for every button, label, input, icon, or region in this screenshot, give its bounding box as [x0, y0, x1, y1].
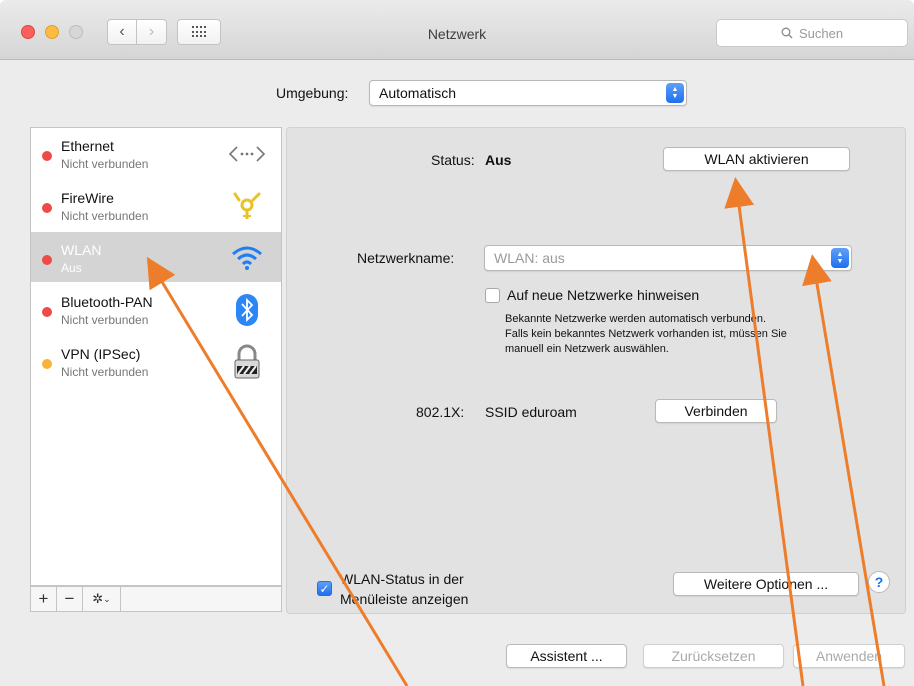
lock-icon: [227, 344, 267, 380]
show-wlan-status-checkbox[interactable]: ✓: [317, 581, 332, 596]
network-name-value: WLAN: aus: [494, 250, 565, 266]
checkmark-icon: ✓: [319, 581, 330, 596]
popup-arrows-icon: ▲ ▼: [831, 248, 849, 268]
add-service-button[interactable]: +: [31, 587, 57, 611]
wlan-activate-button[interactable]: WLAN aktivieren: [663, 147, 850, 171]
chevron-down-icon: ⌄: [103, 593, 111, 604]
status-dot-red: [42, 307, 52, 317]
dot1x-label: 802.1X:: [416, 404, 465, 420]
firewire-icon: [227, 188, 267, 224]
search-field[interactable]: Suchen: [716, 19, 908, 47]
sidebar-item-wlan[interactable]: WLAN Aus: [31, 232, 281, 282]
apply-button[interactable]: Anwenden: [793, 644, 905, 668]
location-popup[interactable]: Automatisch ▲ ▼: [369, 80, 687, 106]
gear-icon: ✲: [92, 591, 104, 606]
ask-join-hint: Bekannte Netzwerke werden automatisch ve…: [505, 312, 865, 357]
location-label: Umgebung:: [276, 85, 349, 101]
label-line: WLAN-Status in der: [340, 571, 464, 587]
ethernet-icon: [227, 136, 267, 172]
popup-arrows-icon: ▲ ▼: [666, 83, 684, 103]
service-status: Nicht verbunden: [61, 209, 149, 223]
assistant-button[interactable]: Assistent ...: [506, 644, 627, 668]
advanced-options-button[interactable]: Weitere Optionen ...: [673, 572, 859, 596]
revert-button[interactable]: Zurücksetzen: [643, 644, 784, 668]
dot1x-value: SSID eduroam: [485, 404, 577, 420]
title-bar: ‹ › Netzwerk Suchen: [0, 0, 914, 60]
service-name: Bluetooth-PAN: [61, 294, 153, 310]
service-name: VPN (IPSec): [61, 346, 141, 362]
label-line: Menüleiste anzeigen: [340, 591, 469, 607]
status-dot-red: [42, 203, 52, 213]
ask-join-checkbox[interactable]: [485, 288, 500, 303]
show-wlan-status-label: WLAN-Status in der Menüleiste anzeigen: [340, 569, 468, 609]
sidebar-item-bluetooth-pan[interactable]: Bluetooth-PAN Nicht verbunden: [31, 284, 281, 334]
status-dot-orange: [42, 359, 52, 369]
hint-line: Falls kein bekanntes Netzwerk vorhanden …: [505, 328, 787, 340]
status-value: Aus: [485, 152, 512, 168]
service-name: FireWire: [61, 190, 114, 206]
bluetooth-icon: [227, 292, 267, 328]
remove-service-button[interactable]: −: [57, 587, 83, 611]
search-placeholder: Suchen: [798, 25, 844, 41]
search-icon: [781, 27, 793, 39]
service-status: Aus: [61, 261, 82, 275]
service-name: WLAN: [61, 242, 102, 258]
ask-join-label: Auf neue Netzwerke hinweisen: [507, 287, 700, 303]
service-status: Nicht verbunden: [61, 365, 149, 379]
sidebar-item-vpn[interactable]: VPN (IPSec) Nicht verbunden: [31, 336, 281, 386]
help-button[interactable]: ?: [868, 571, 890, 593]
network-name-label: Netzwerkname:: [357, 250, 455, 266]
hint-line: manuell ein Netzwerk auswählen.: [505, 343, 669, 355]
network-name-popup[interactable]: WLAN: aus ▲ ▼: [484, 245, 852, 271]
service-list: Ethernet Nicht verbunden FireWire Nicht …: [30, 127, 282, 586]
sidebar-item-ethernet[interactable]: Ethernet Nicht verbunden: [31, 128, 281, 178]
service-status: Nicht verbunden: [61, 157, 149, 171]
status-dot-red: [42, 255, 52, 265]
wlan-settings-panel: [286, 127, 906, 614]
hint-line: Bekannte Netzwerke werden automatisch ve…: [505, 313, 767, 325]
wifi-icon: [227, 240, 267, 276]
location-value: Automatisch: [379, 85, 457, 101]
service-name: Ethernet: [61, 138, 114, 154]
service-list-toolbar: + − ✲ ⌄: [30, 586, 282, 612]
service-actions-button[interactable]: ✲ ⌄: [83, 587, 121, 611]
status-dot-red: [42, 151, 52, 161]
sidebar-item-firewire[interactable]: FireWire Nicht verbunden: [31, 180, 281, 230]
service-status: Nicht verbunden: [61, 313, 149, 327]
connect-button[interactable]: Verbinden: [655, 399, 777, 423]
status-label: Status:: [431, 152, 475, 168]
network-preferences-window: ‹ › Netzwerk Suchen Umgebung: Automatisc…: [0, 0, 914, 686]
